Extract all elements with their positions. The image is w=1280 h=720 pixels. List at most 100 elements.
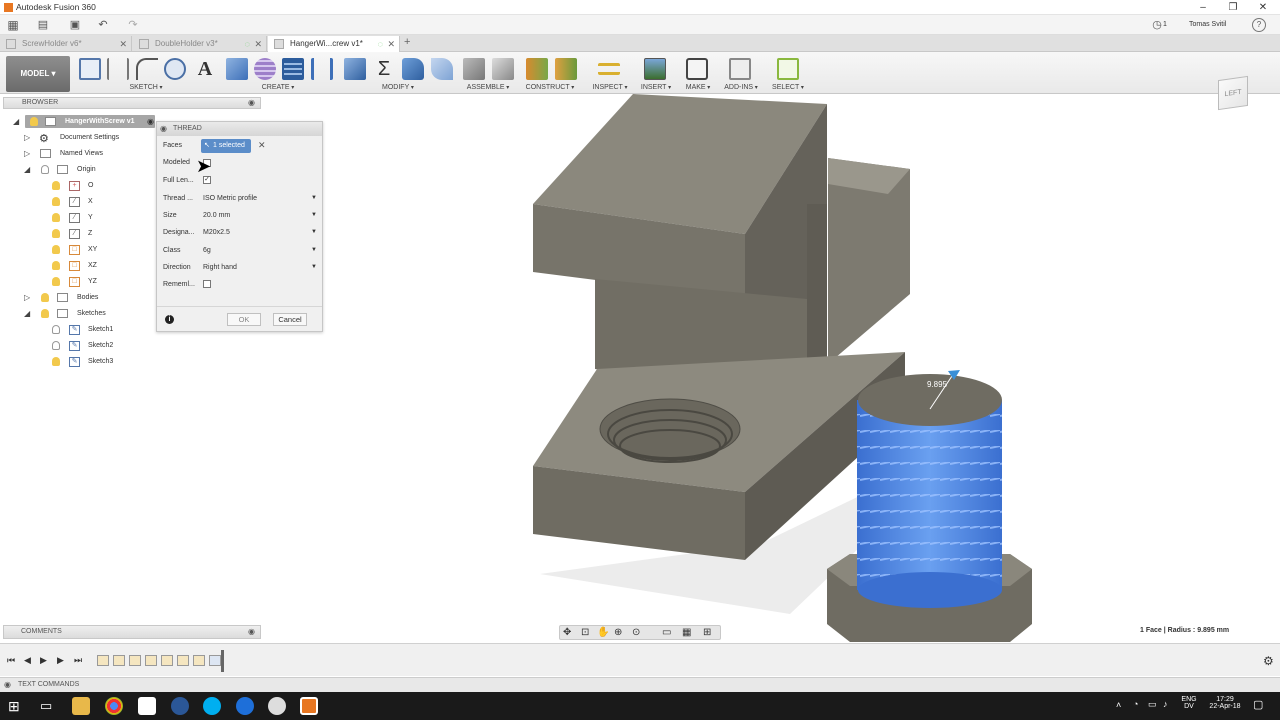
panel-collapse-icon[interactable]: ◉ [248,626,255,638]
play-icon[interactable]: ▶ [40,655,47,666]
timeline-feature[interactable] [177,655,189,666]
visibility-bulb-icon[interactable] [52,197,60,206]
browser-panel-header[interactable]: BROWSER ◉ [3,97,261,109]
new-tab-icon[interactable]: + [404,36,410,48]
construct-menu[interactable]: CONSTRUCT [522,84,578,91]
visibility-bulb-icon[interactable] [52,181,60,190]
tab-screwholder[interactable]: ScrewHolder v6* ✕ [0,36,132,52]
expand-icon[interactable]: ◢ [13,114,19,130]
user-menu[interactable]: Tomas Svitil [1189,21,1226,28]
visibility-bulb-icon[interactable] [52,229,60,238]
collapse-icon[interactable]: ◢ [24,162,30,178]
coil-icon[interactable] [254,58,276,80]
redo-icon[interactable]: ↷ [126,18,140,32]
designation-select[interactable]: M20x2.5 ▼ [203,227,319,238]
offset-plane-icon[interactable] [526,58,548,80]
combine-icon[interactable] [402,58,424,80]
tab-hangerwithscrew[interactable]: HangerWi...crew v1* ◌ ✕ [268,36,400,52]
compute-all-icon[interactable]: Σ [373,58,395,80]
assemble-menu[interactable]: ASSEMBLE [460,84,516,91]
fusion-taskbar-icon[interactable] [300,697,318,715]
expand-icon[interactable]: ▷ [24,130,30,146]
thread-icon[interactable] [282,58,304,80]
extrude-icon[interactable] [226,58,248,80]
timeline-feature[interactable] [193,655,205,666]
panel-collapse-icon[interactable]: ◉ [248,98,255,108]
faces-selection-button[interactable]: ↖ 1 selected [201,139,251,153]
step-back-icon[interactable]: ◀ [24,655,31,666]
task-view-icon[interactable]: ▭ [40,698,52,714]
windows-start-icon[interactable]: ⊞ [8,698,20,715]
timeline-settings-gear-icon[interactable]: ⚙ [1263,654,1274,668]
joint-icon[interactable] [463,58,485,80]
full-length-checkbox[interactable]: ✓ [203,176,211,184]
midplane-icon[interactable] [555,58,577,80]
look-at-icon[interactable]: ⊡ [581,627,589,638]
grid-settings-icon[interactable]: ▦ [682,627,691,638]
class-select[interactable]: 6g ▼ [203,245,319,256]
orbit-icon[interactable]: ✥ [563,627,571,638]
data-panel-grid-icon[interactable]: ▦ [6,18,20,32]
mirror-icon[interactable] [311,58,333,80]
as-built-joint-icon[interactable] [492,58,514,80]
visibility-bulb-icon[interactable] [52,357,60,366]
modify-menu[interactable]: MODIFY [370,84,426,91]
collapse-icon[interactable]: ◢ [24,306,30,322]
timeline-feature[interactable] [129,655,141,666]
select-menu[interactable]: SELECT [760,84,816,91]
file-menu-icon[interactable]: ▤ [36,18,50,32]
create-menu[interactable]: CREATE [250,84,306,91]
fillet-icon[interactable] [431,58,453,80]
direction-select[interactable]: Right hand ▼ [203,262,319,273]
visibility-bulb-icon[interactable] [30,117,38,126]
visibility-bulb-icon[interactable] [52,341,60,350]
restore-icon[interactable]: ❐ [1226,1,1240,14]
dialog-header[interactable]: ◉ THREAD [157,122,322,136]
expand-icon[interactable]: ▷ [24,146,30,162]
go-to-end-icon[interactable]: ⏭ [74,655,82,666]
edge-icon[interactable] [236,697,254,715]
skype-icon[interactable] [203,697,221,715]
viewcube[interactable]: LEFT [1212,72,1258,118]
app-icon[interactable] [171,697,189,715]
size-select[interactable]: 20.0 mm ▼ [203,210,319,221]
go-to-start-icon[interactable]: ⏮ [7,655,15,666]
step-forward-icon[interactable]: ▶ [57,655,64,666]
timeline-feature[interactable] [113,655,125,666]
timeline-thread-feature[interactable] [209,655,221,666]
zoom-icon[interactable]: ⊕ [614,627,622,638]
workspace-switcher[interactable]: MODEL ▾ [6,56,70,92]
thread-type-select[interactable]: ISO Metric profile ▼ [203,193,319,204]
job-status-icon[interactable]: ◷ [1150,18,1164,32]
text-commands-bar[interactable]: ◉ TEXT COMMANDS [0,677,1280,692]
visibility-bulb-icon[interactable] [41,165,49,174]
visibility-bulb-icon[interactable] [41,309,49,318]
measure-icon[interactable] [598,63,620,75]
viewports-icon[interactable]: ⊞ [703,627,711,638]
tray-chevron-icon[interactable]: ˄ [1116,700,1121,710]
display-settings-icon[interactable]: ▭ [662,627,671,638]
help-icon[interactable]: ? [1252,18,1266,32]
fit-icon[interactable]: ⊙ [632,627,640,638]
sketch-arc-icon[interactable] [136,58,158,80]
3d-print-icon[interactable] [686,58,708,80]
sketch-mirror-icon[interactable] [107,58,129,80]
cancel-button[interactable]: Cancel [273,313,307,326]
visibility-bulb-icon[interactable] [52,245,60,254]
timeline-feature[interactable] [145,655,157,666]
select-icon[interactable] [777,58,799,80]
ok-button[interactable]: OK [227,313,261,326]
create-sketch-icon[interactable] [79,58,101,80]
inkscape-icon[interactable] [268,697,286,715]
sketch-circle-icon[interactable] [164,58,186,80]
minimize-icon[interactable]: – [1196,1,1210,14]
undo-icon[interactable]: ↶ [96,18,110,32]
dialog-collapse-icon[interactable]: ◉ [160,122,167,136]
close-tab-icon[interactable]: ✕ [254,36,262,52]
press-pull-icon[interactable] [344,58,366,80]
clear-selection-icon[interactable]: ✕ [258,140,266,151]
notes-app-icon[interactable] [138,697,156,715]
sketch-text-icon[interactable]: A [194,58,216,80]
viewcube-face[interactable]: LEFT [1218,75,1248,111]
remember-checkbox[interactable] [203,280,211,288]
